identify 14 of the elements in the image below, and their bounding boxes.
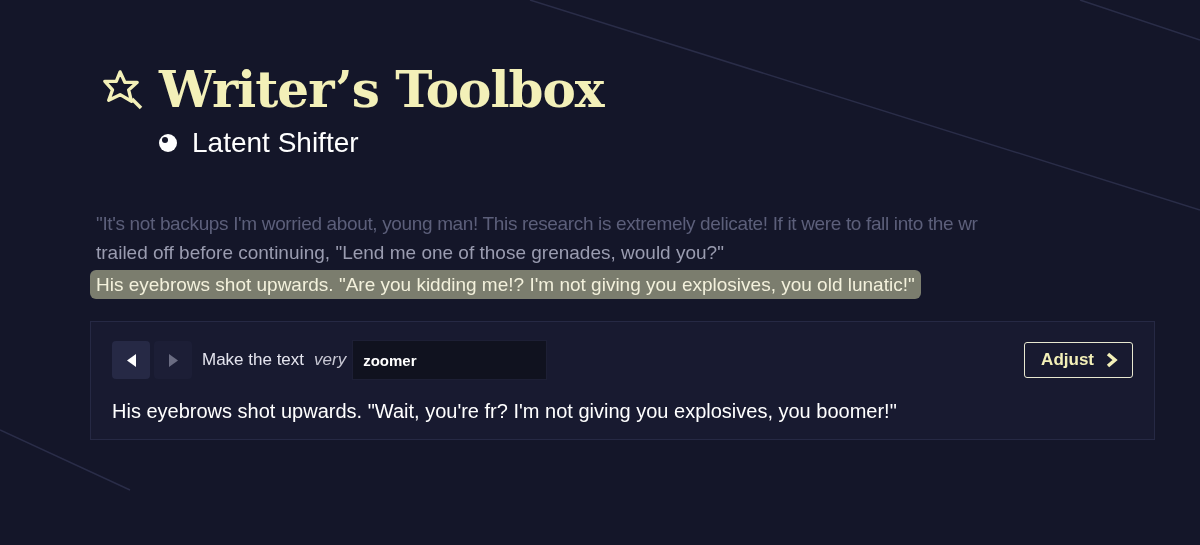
- result-text: His eyebrows shot upwards. "Wait, you're fr? I'm not giving you explosives, you boomer!": [112, 400, 898, 423]
- style-field[interactable]: zoomer: [352, 340, 548, 380]
- passage-line[interactable]: trailed off before continuing, "Lend me one of those grenades, would you?": [90, 242, 730, 263]
- chevron-right-icon: [1106, 352, 1118, 368]
- previous-button[interactable]: [112, 341, 150, 379]
- prompt-label: Make the text: [202, 350, 305, 370]
- adjust-button[interactable]: Adjust: [1024, 342, 1133, 378]
- dial-icon: [158, 133, 178, 153]
- triangle-left-icon: [126, 353, 136, 367]
- magic-wand-icon: [103, 68, 145, 111]
- app-title: Writer’s Toolbox: [159, 60, 604, 119]
- triangle-right-icon: [168, 353, 178, 367]
- modifier-label: very: [314, 350, 347, 370]
- page-subtitle: Latent Shifter: [192, 127, 359, 159]
